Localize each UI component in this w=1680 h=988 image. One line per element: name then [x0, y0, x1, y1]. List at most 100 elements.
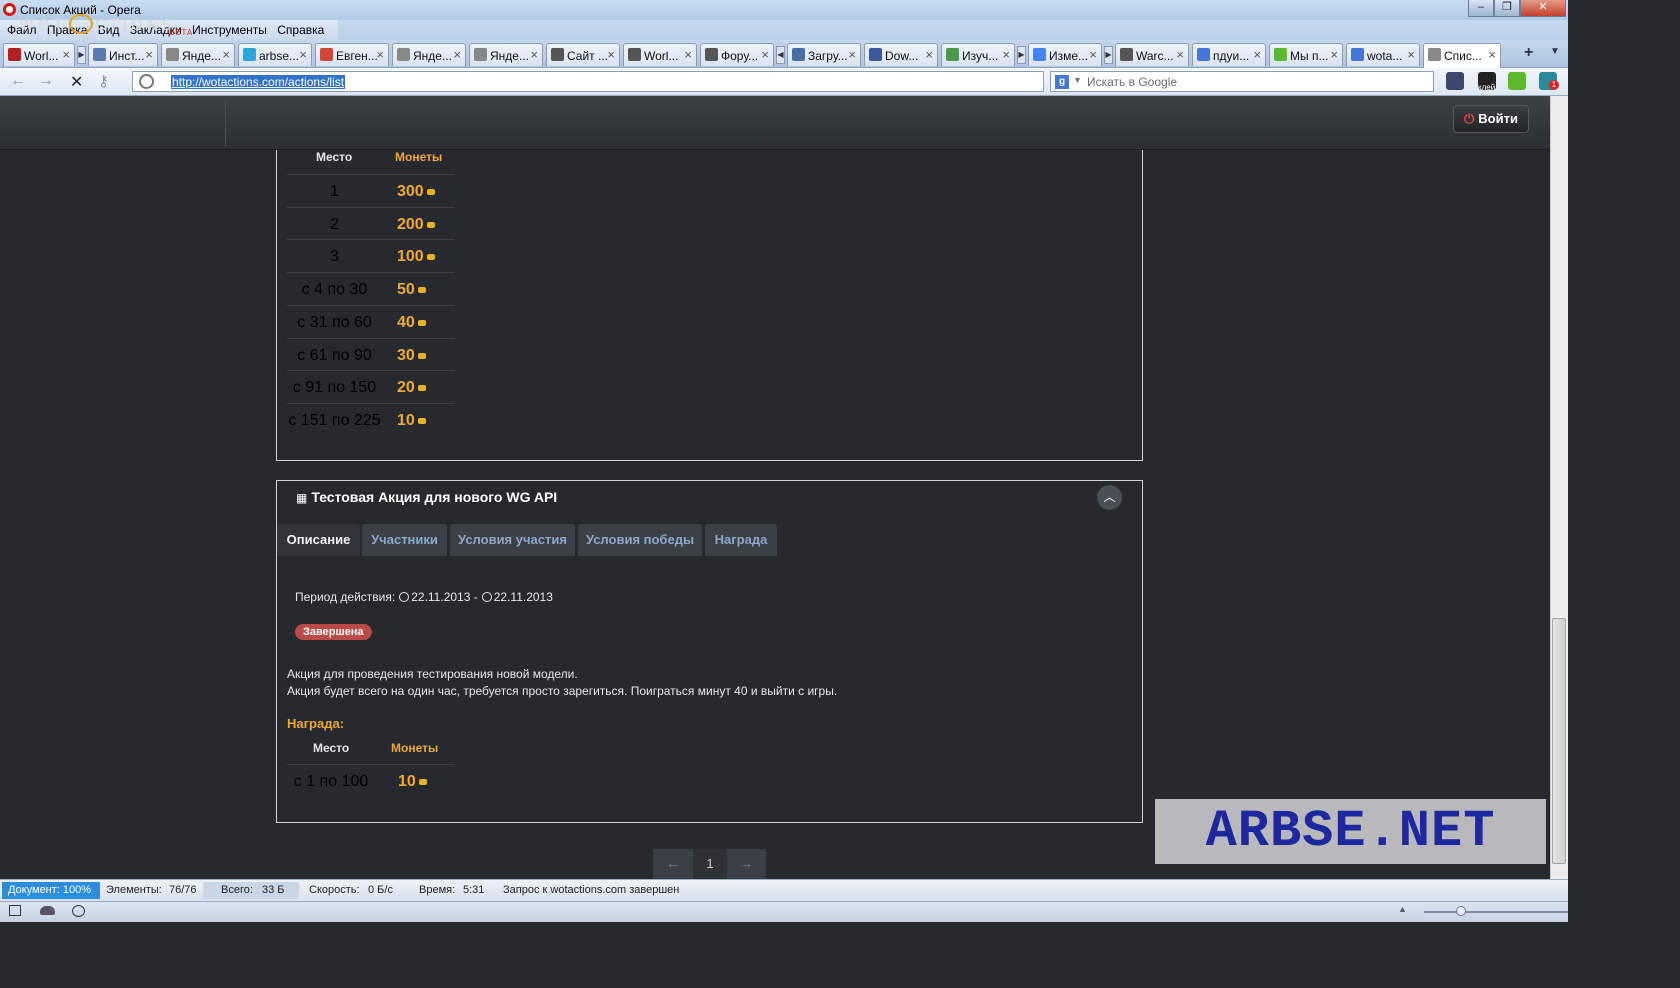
tab-label: Фору... [721, 49, 759, 63]
tab-1[interactable]: Worl... × [3, 43, 75, 66]
zoom-arrow-icon[interactable]: ▲ [1398, 904, 1407, 914]
table-row: с 61 по 90 30 [287, 337, 455, 370]
close-tab-icon[interactable]: × [607, 47, 615, 62]
search-field[interactable]: g ▼ Искать в Google [1050, 71, 1434, 92]
speed-dial-icon[interactable] [1446, 72, 1464, 90]
opera-unite-icon[interactable] [40, 906, 55, 915]
login-button[interactable]: ⏻ Войти [1453, 105, 1529, 133]
tab-14[interactable]: Изме... × [1028, 43, 1102, 66]
table-row: 2 200 [287, 206, 455, 239]
pagination-next[interactable]: → [727, 849, 766, 879]
close-tab-icon[interactable]: × [925, 47, 933, 62]
close-tab-icon[interactable]: × [145, 47, 153, 62]
period-start: 22.11.2013 [411, 590, 471, 604]
stop-icon[interactable]: ✕ [70, 72, 83, 92]
close-tab-icon[interactable]: × [1330, 47, 1338, 62]
page-icon [474, 48, 487, 61]
tab-participation-conditions[interactable]: Условия участия [450, 524, 575, 556]
close-tab-icon[interactable]: × [62, 47, 70, 62]
new-tab-button[interactable]: + [1524, 44, 1533, 62]
tab-menu-icon[interactable]: ▼ [1550, 46, 1560, 57]
close-tab-icon[interactable]: × [1253, 47, 1261, 62]
tab-victory-conditions[interactable]: Условия победы [578, 524, 702, 556]
tab-16[interactable]: пдуи... × [1192, 43, 1266, 66]
tab-9[interactable]: Worl... × [623, 43, 697, 66]
close-tab-icon[interactable]: × [376, 47, 384, 62]
google-icon [1033, 48, 1046, 61]
tab-scroll-arrow-icon[interactable]: ◀ [776, 46, 785, 64]
close-tab-icon[interactable]: × [222, 47, 230, 62]
watermark: ARBSE.NET [1155, 799, 1546, 864]
close-tab-icon[interactable]: × [1407, 47, 1415, 62]
notification-extension-icon[interactable]: 1 [1539, 72, 1559, 90]
zoom-slider[interactable] [1424, 911, 1568, 913]
site-info-icon[interactable] [139, 74, 154, 89]
coins-cell: 20 [397, 379, 426, 397]
tab-label: Worl... [24, 49, 59, 63]
pagination-page-1[interactable]: 1 [693, 849, 727, 879]
tab-12[interactable]: Dow... × [864, 43, 938, 66]
tab-13[interactable]: Изуч... × [941, 43, 1015, 66]
tab-3[interactable]: Янде... × [161, 43, 235, 66]
tab-2[interactable]: Инст... × [88, 43, 158, 66]
maximize-button[interactable]: ❐ [1494, 0, 1520, 17]
close-tab-icon[interactable]: × [299, 47, 307, 62]
url-field[interactable]: http://wotactions.com/actions/list [132, 71, 1044, 92]
tab-7[interactable]: Янде... × [469, 43, 543, 66]
back-icon[interactable]: ← [10, 72, 26, 90]
tab-scroll-arrow-icon[interactable]: ▶ [77, 46, 86, 64]
cell-place: 2 [330, 215, 339, 233]
tab-15[interactable]: Warc... × [1115, 43, 1189, 66]
glue-extension-icon[interactable]: клей [1478, 72, 1496, 92]
tab-participants[interactable]: Участники [362, 524, 447, 556]
site-logo[interactable]: WOT CTIONS BETA [19, 14, 192, 37]
coin-icon [417, 352, 426, 359]
chevron-down-icon[interactable]: ▼ [1073, 75, 1082, 85]
action-title: ▦ Тестовая Акция для нового WG API [296, 489, 557, 505]
close-tab-icon[interactable]: × [848, 47, 856, 62]
table-row: с 1 по 100 10 [287, 764, 455, 796]
collapse-button[interactable]: ︿ [1097, 485, 1122, 510]
clock-icon [399, 592, 410, 602]
header-place: Место [313, 741, 350, 755]
tab-description[interactable]: Описание [277, 524, 360, 556]
cell-coins: 300 [397, 183, 424, 200]
titlebar-strip [338, 20, 1568, 40]
close-tab-icon[interactable]: × [761, 47, 769, 62]
close-tab-icon[interactable]: × [530, 47, 538, 62]
tab-10[interactable]: Фору... × [700, 43, 774, 66]
close-tab-icon[interactable]: × [1089, 47, 1097, 62]
cell-coins: 200 [397, 215, 424, 233]
turbo-icon[interactable] [72, 905, 85, 917]
tab-6[interactable]: Янде... × [392, 43, 466, 66]
minimize-button[interactable]: – [1468, 0, 1494, 17]
tab-scroll-arrow-icon[interactable]: ▶ [1017, 46, 1026, 64]
close-tab-icon[interactable]: × [453, 47, 461, 62]
download-extension-icon[interactable] [1508, 72, 1526, 90]
menu-help[interactable]: Справка [277, 20, 324, 37]
cell-coins: 40 [397, 313, 415, 331]
close-tab-icon[interactable]: × [1176, 47, 1184, 62]
menu-tools[interactable]: Инструменты [192, 20, 267, 37]
tab-18[interactable]: wota... × [1346, 43, 1420, 66]
close-tab-icon[interactable]: × [1488, 47, 1496, 62]
google-search-engine-icon[interactable]: g [1055, 75, 1069, 89]
panel-toggle-icon[interactable] [9, 905, 21, 916]
opera-logo-icon [3, 3, 16, 16]
close-tab-icon[interactable]: × [1002, 47, 1010, 62]
forward-icon[interactable]: → [38, 72, 54, 90]
tab-19[interactable]: Спис... × [1423, 43, 1501, 68]
tab-5[interactable]: Евген... × [315, 43, 389, 66]
scrollbar-thumb[interactable] [1552, 618, 1566, 864]
zoom-slider-handle[interactable] [1456, 906, 1466, 916]
close-window-button[interactable]: ✕ [1520, 0, 1566, 17]
tab-17[interactable]: Мы п... × [1269, 43, 1343, 66]
close-tab-icon[interactable]: × [684, 47, 692, 62]
tab-scroll-arrow-icon[interactable]: ▶ [1104, 46, 1113, 64]
key-icon[interactable]: ⚷ [98, 72, 109, 90]
tab-4[interactable]: arbse... × [238, 43, 312, 66]
tab-11[interactable]: Загру... × [787, 43, 861, 66]
pagination-prev[interactable]: ← [653, 849, 693, 879]
tab-8[interactable]: Сайт ... × [546, 43, 620, 66]
tab-reward[interactable]: Награда [705, 524, 777, 556]
